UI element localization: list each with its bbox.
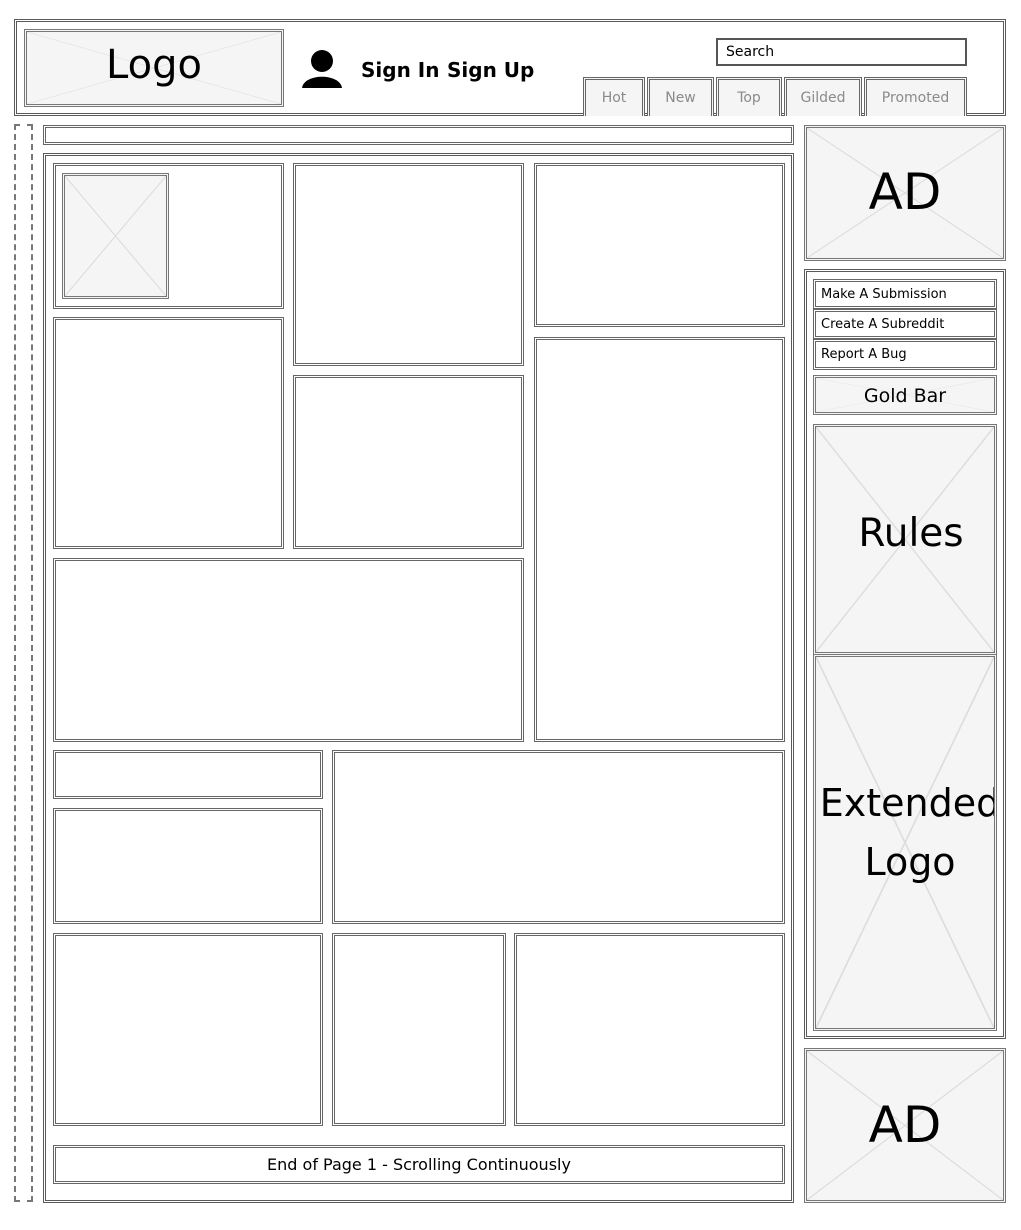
gold-bar[interactable]: Gold Bar bbox=[813, 375, 997, 415]
tab-top[interactable]: Top bbox=[716, 77, 782, 116]
tab-gilded[interactable]: Gilded bbox=[784, 77, 862, 116]
content-card[interactable] bbox=[53, 808, 323, 924]
end-of-page-notice: End of Page 1 - Scrolling Continuously bbox=[53, 1145, 785, 1184]
sign-up-link[interactable]: Sign Up bbox=[447, 58, 534, 82]
tab-hot[interactable]: Hot bbox=[583, 77, 645, 116]
rules-panel: Rules bbox=[813, 424, 997, 655]
sign-in-link[interactable]: Sign In bbox=[361, 58, 439, 82]
content-card[interactable] bbox=[534, 337, 785, 742]
gold-bar-label: Gold Bar bbox=[863, 385, 947, 408]
report-bug-link[interactable]: Report A Bug bbox=[813, 339, 997, 370]
content-card[interactable] bbox=[53, 933, 323, 1126]
content-card[interactable] bbox=[332, 933, 506, 1126]
content-card[interactable] bbox=[514, 933, 785, 1126]
content-card[interactable] bbox=[293, 163, 524, 366]
ad-banner-bottom[interactable]: AD bbox=[804, 1048, 1006, 1203]
site-logo[interactable]: Logo bbox=[24, 29, 284, 107]
extended-logo-panel: Extended Logo bbox=[813, 654, 997, 1031]
rules-label: Rules bbox=[858, 511, 964, 557]
user-avatar-icon[interactable] bbox=[301, 49, 343, 89]
card-thumbnail-image bbox=[62, 173, 169, 299]
ad-bottom-label: AD bbox=[868, 1095, 942, 1154]
content-card[interactable] bbox=[53, 558, 524, 742]
content-card[interactable] bbox=[534, 163, 785, 327]
ad-top-label: AD bbox=[868, 163, 942, 222]
site-logo-label: Logo bbox=[106, 42, 202, 88]
content-card[interactable] bbox=[53, 750, 323, 799]
make-submission-link[interactable]: Make A Submission bbox=[813, 279, 997, 309]
content-card[interactable] bbox=[53, 317, 284, 549]
top-nav-bar bbox=[43, 125, 794, 145]
extended-logo-label: Extended Logo bbox=[819, 780, 997, 884]
ad-banner-top[interactable]: AD bbox=[804, 125, 1006, 261]
scroll-strip[interactable] bbox=[14, 124, 33, 1202]
search-input[interactable]: Search bbox=[716, 38, 967, 66]
tab-new[interactable]: New bbox=[647, 77, 714, 116]
placeholder-cross-icon bbox=[65, 176, 166, 296]
create-subreddit-link[interactable]: Create A Subreddit bbox=[813, 309, 997, 339]
tab-promoted[interactable]: Promoted bbox=[864, 77, 967, 116]
content-card[interactable] bbox=[332, 750, 785, 924]
content-card[interactable] bbox=[293, 375, 524, 549]
